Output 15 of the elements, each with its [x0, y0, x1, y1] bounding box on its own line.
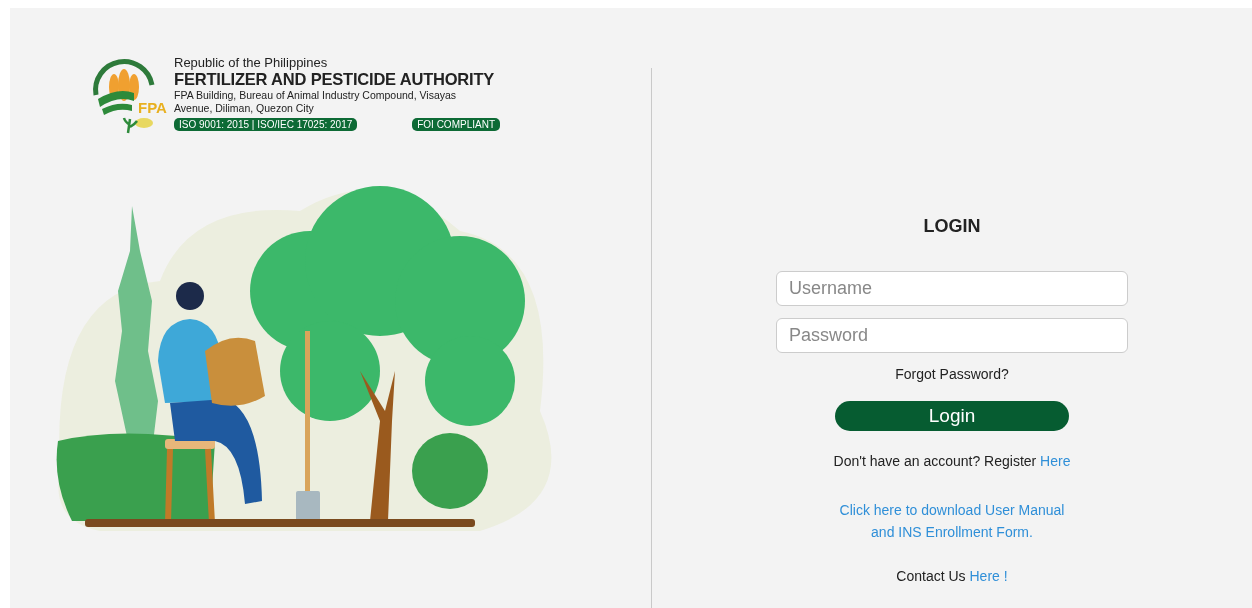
certification-badge: ISO 9001: 2015 | ISO/IEC 17025: 2017 [174, 118, 358, 131]
login-button[interactable]: Login [835, 401, 1069, 431]
address-text: FPA Building, Bureau of Animal Industry Compound, Visayas Avenue, Diliman, Quezon City [174, 89, 458, 115]
forgot-password-link[interactable]: Forgot Password? [895, 366, 1009, 382]
register-prompt: Don't have an account? Register Here [833, 453, 1071, 469]
republic-label: Republic of the Philippines [174, 55, 329, 70]
contact-prompt: Contact Us Here ! [896, 568, 1008, 584]
login-title: LOGIN [923, 216, 981, 237]
download-link[interactable]: Click here to download User Manual and INS Enrollment Form. [827, 499, 1077, 543]
authority-title: FERTILIZER AND PESTICIDE AUTHORITY [174, 70, 496, 89]
register-link[interactable]: Here [1040, 453, 1071, 469]
certification-badge: FOI COMPLIANT [412, 118, 500, 131]
contact-link[interactable]: Here ! [969, 568, 1008, 584]
username-field[interactable]: Username [776, 271, 1128, 306]
password-field[interactable]: Password [776, 318, 1128, 353]
